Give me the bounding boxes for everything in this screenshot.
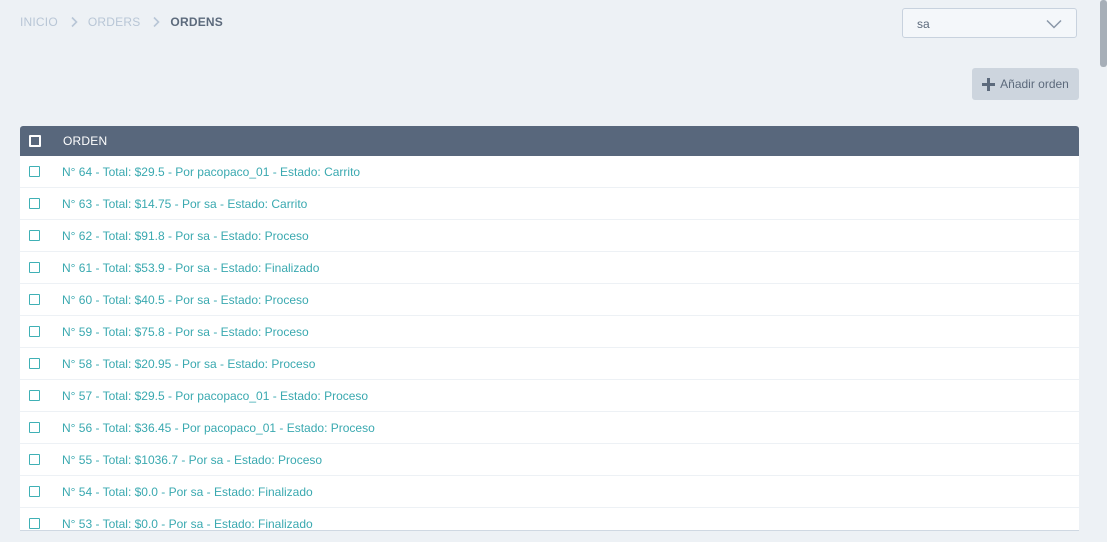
row-checkbox[interactable] <box>29 294 40 305</box>
row-checkbox[interactable] <box>29 198 40 209</box>
chevron-right-icon <box>150 16 162 28</box>
table-row: N° 58 - Total: $20.95 - Por sa - Estado:… <box>20 348 1079 380</box>
breadcrumb-current: ORDENS <box>170 15 223 29</box>
row-checkbox[interactable] <box>29 454 40 465</box>
table-row: N° 56 - Total: $36.45 - Por pacopaco_01 … <box>20 412 1079 444</box>
row-checkbox[interactable] <box>29 326 40 337</box>
table-row: N° 54 - Total: $0.0 - Por sa - Estado: F… <box>20 476 1079 508</box>
table-row: N° 62 - Total: $91.8 - Por sa - Estado: … <box>20 220 1079 252</box>
order-link[interactable]: N° 58 - Total: $20.95 - Por sa - Estado:… <box>62 357 315 371</box>
chevron-down-icon <box>1046 17 1062 35</box>
scrollbar-thumb[interactable] <box>1100 0 1107 67</box>
order-link[interactable]: N° 61 - Total: $53.9 - Por sa - Estado: … <box>62 261 319 275</box>
row-checkbox[interactable] <box>29 358 40 369</box>
order-link[interactable]: N° 57 - Total: $29.5 - Por pacopaco_01 -… <box>62 389 368 403</box>
table-row: N° 61 - Total: $53.9 - Por sa - Estado: … <box>20 252 1079 284</box>
order-link[interactable]: N° 54 - Total: $0.0 - Por sa - Estado: F… <box>62 485 313 499</box>
row-checkbox[interactable] <box>29 166 40 177</box>
table-row: N° 53 - Total: $0.0 - Por sa - Estado: F… <box>20 508 1079 531</box>
page: INICIO ORDERS ORDENS sa Añadir orden ORD… <box>0 0 1107 542</box>
page-scrollbar[interactable] <box>1100 0 1107 542</box>
order-link[interactable]: N° 55 - Total: $1036.7 - Por sa - Estado… <box>62 453 322 467</box>
order-link[interactable]: N° 63 - Total: $14.75 - Por sa - Estado:… <box>62 197 307 211</box>
breadcrumb-orders[interactable]: ORDERS <box>88 15 141 29</box>
user-select-value: sa <box>917 17 930 31</box>
select-all-checkbox[interactable] <box>29 135 41 147</box>
column-header-orden: ORDEN <box>63 134 108 148</box>
table-row: N° 60 - Total: $40.5 - Por sa - Estado: … <box>20 284 1079 316</box>
add-order-label: Añadir orden <box>1000 77 1069 91</box>
order-link[interactable]: N° 62 - Total: $91.8 - Por sa - Estado: … <box>62 229 309 243</box>
table-header: ORDEN <box>20 126 1079 156</box>
row-checkbox[interactable] <box>29 486 40 497</box>
row-checkbox[interactable] <box>29 422 40 433</box>
orders-table: ORDEN N° 64 - Total: $29.5 - Por pacopac… <box>20 126 1079 531</box>
table-row: N° 57 - Total: $29.5 - Por pacopaco_01 -… <box>20 380 1079 412</box>
add-order-button[interactable]: Añadir orden <box>972 68 1079 100</box>
table-row: N° 59 - Total: $75.8 - Por sa - Estado: … <box>20 316 1079 348</box>
table-body: N° 64 - Total: $29.5 - Por pacopaco_01 -… <box>20 156 1079 531</box>
order-link[interactable]: N° 56 - Total: $36.45 - Por pacopaco_01 … <box>62 421 375 435</box>
table-row: N° 63 - Total: $14.75 - Por sa - Estado:… <box>20 188 1079 220</box>
breadcrumb-inicio[interactable]: INICIO <box>20 15 58 29</box>
row-checkbox[interactable] <box>29 518 40 529</box>
row-checkbox[interactable] <box>29 262 40 273</box>
chevron-right-icon <box>68 16 80 28</box>
table-row: N° 55 - Total: $1036.7 - Por sa - Estado… <box>20 444 1079 476</box>
order-link[interactable]: N° 60 - Total: $40.5 - Por sa - Estado: … <box>62 293 309 307</box>
order-link[interactable]: N° 59 - Total: $75.8 - Por sa - Estado: … <box>62 325 309 339</box>
order-link[interactable]: N° 64 - Total: $29.5 - Por pacopaco_01 -… <box>62 165 360 179</box>
row-checkbox[interactable] <box>29 390 40 401</box>
user-select[interactable]: sa <box>902 8 1077 38</box>
row-checkbox[interactable] <box>29 230 40 241</box>
table-row: N° 64 - Total: $29.5 - Por pacopaco_01 -… <box>20 156 1079 188</box>
plus-icon <box>982 77 996 91</box>
breadcrumb: INICIO ORDERS ORDENS <box>20 15 223 29</box>
order-link[interactable]: N° 53 - Total: $0.0 - Por sa - Estado: F… <box>62 517 313 531</box>
